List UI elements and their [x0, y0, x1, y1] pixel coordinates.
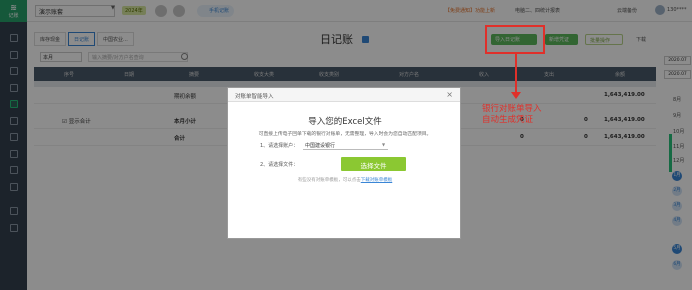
arrow-line [515, 54, 517, 94]
choose-file-button[interactable]: 选择文件 [341, 157, 406, 171]
highlight-box [485, 25, 545, 54]
dialog-header: 对账单智能导入 × [228, 88, 460, 102]
import-dialog: 对账单智能导入 × 导入您的Excel文件 可直接上传电子回单下载的银行对账单，… [227, 87, 461, 239]
dialog-title: 导入您的Excel文件 [308, 117, 382, 127]
close-icon[interactable]: × [446, 90, 453, 99]
footer-text: 有些没有对账单模板，可以点击 [297, 178, 361, 183]
account-select[interactable]: 中国建设银行 [303, 140, 388, 150]
step1-label: 1、请选择账户： [260, 143, 299, 149]
chevron-down-icon[interactable]: ▼ [382, 142, 385, 147]
arrow-head [511, 92, 521, 99]
step2-label: 2、请选择文件： [260, 162, 299, 168]
dialog-header-title: 对账单智能导入 [235, 94, 274, 100]
download-template-link[interactable]: 下载对账单模板 [361, 178, 393, 183]
annotation-text: 银行对账单导入 自动生成凭证 [482, 104, 542, 126]
dialog-description: 可直接上传电子回单下载的银行对账单，无需整理，导入时会为您自动匹配项目。 [258, 132, 432, 137]
dialog-footer: 有些没有对账单模板，可以点击下载对账单模板 [228, 177, 462, 183]
